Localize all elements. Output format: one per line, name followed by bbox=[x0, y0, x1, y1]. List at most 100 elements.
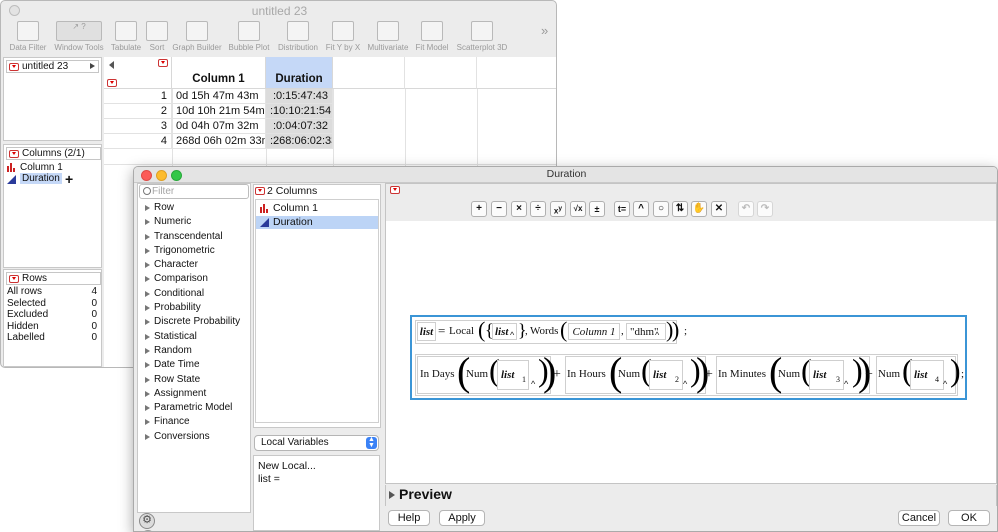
add-icon[interactable]: + bbox=[471, 201, 487, 217]
help-button[interactable]: Help bbox=[388, 510, 430, 526]
swap-icon[interactable]: ⇅ bbox=[672, 201, 688, 217]
variable-list[interactable]: list bbox=[417, 322, 436, 341]
subtract-icon[interactable]: − bbox=[491, 201, 507, 217]
in-minutes-function[interactable]: In Minutes bbox=[718, 368, 766, 380]
tabulate-button[interactable]: Tabulate bbox=[109, 21, 143, 55]
column-header-duration[interactable]: Duration bbox=[266, 57, 333, 89]
category-character[interactable]: Character bbox=[140, 258, 250, 272]
multivariate-button[interactable]: Multivariate bbox=[365, 21, 411, 55]
delimiter-string[interactable]: "dhm" bbox=[626, 323, 666, 340]
disclosure-right-icon[interactable] bbox=[389, 491, 395, 499]
caret-icon[interactable]: ^ bbox=[633, 201, 649, 217]
scatterplot-3d-button[interactable]: Scatterplot 3D bbox=[453, 21, 511, 55]
data-filter-button[interactable]: Data Filter bbox=[7, 21, 49, 55]
rows-header[interactable]: Rows bbox=[6, 272, 101, 285]
window-tools-button[interactable]: ↗ ? Window Tools bbox=[53, 21, 105, 55]
column-item-selected[interactable]: Duration bbox=[256, 216, 378, 229]
formula-menu-icon[interactable] bbox=[390, 186, 400, 194]
num-function[interactable]: Num bbox=[878, 368, 900, 380]
root-icon[interactable]: √x bbox=[570, 201, 586, 217]
subscript-index[interactable]: 4 bbox=[935, 375, 939, 384]
columns-menu-icon[interactable] bbox=[255, 187, 265, 195]
in-days-function[interactable]: In Days bbox=[420, 368, 455, 380]
formula-expression[interactable]: list = Local ( { list ^ } , Words ( Colu… bbox=[410, 315, 967, 400]
toolbar-overflow-button[interactable]: » bbox=[541, 23, 548, 38]
num-function[interactable]: Num bbox=[778, 368, 800, 380]
num-function[interactable]: Num bbox=[618, 368, 640, 380]
category-comparison[interactable]: Comparison bbox=[140, 272, 250, 286]
cell-duration[interactable]: :0:15:47:43 bbox=[266, 89, 333, 104]
settings-gear-button[interactable]: ⚙ bbox=[139, 513, 155, 529]
fit-model-button[interactable]: Fit Model bbox=[414, 21, 450, 55]
ok-button[interactable]: OK bbox=[948, 510, 990, 526]
assign-icon[interactable]: t= bbox=[614, 201, 630, 217]
graph-builder-button[interactable]: Graph Builder bbox=[171, 21, 223, 55]
cell-column-1[interactable]: 10d 10h 21m 54m bbox=[172, 104, 266, 119]
cell-column-1[interactable]: 268d 06h 02m 33m bbox=[172, 134, 266, 149]
caret-icon[interactable]: ^ bbox=[943, 379, 947, 389]
category-row[interactable]: Row bbox=[140, 201, 250, 215]
caret-icon[interactable]: ^ bbox=[531, 379, 535, 389]
caret-icon[interactable]: ^ bbox=[683, 379, 687, 389]
category-trigonometric[interactable]: Trigonometric bbox=[140, 244, 250, 258]
fit-y-by-x-button[interactable]: Fit Y by X bbox=[324, 21, 362, 55]
sort-button[interactable]: Sort bbox=[146, 21, 168, 55]
table-name-box[interactable]: untitled 23 bbox=[6, 60, 99, 73]
cell-duration[interactable]: :10:10:21:54 bbox=[266, 104, 333, 119]
cell-column-1[interactable]: 0d 04h 07m 32m bbox=[172, 119, 266, 134]
caret-icon[interactable]: ^ bbox=[510, 330, 514, 340]
peel-icon[interactable]: ○ bbox=[653, 201, 669, 217]
category-conversions[interactable]: Conversions bbox=[140, 430, 250, 444]
category-random[interactable]: Random bbox=[140, 344, 250, 358]
scroll-left-icon[interactable] bbox=[109, 61, 114, 69]
caret-icon[interactable]: ^ bbox=[655, 330, 659, 340]
row-number[interactable]: 1 bbox=[104, 89, 172, 104]
divide-icon[interactable]: ÷ bbox=[530, 201, 546, 217]
close-button[interactable] bbox=[9, 5, 20, 16]
redo-icon[interactable]: ↷ bbox=[757, 201, 773, 217]
power-icon[interactable]: xy bbox=[550, 201, 566, 217]
table-menu-icon[interactable] bbox=[9, 63, 19, 71]
category-date-time[interactable]: Date Time bbox=[140, 358, 250, 372]
drag-hand-icon[interactable]: ✋ bbox=[691, 201, 707, 217]
local-function[interactable]: Local bbox=[449, 325, 474, 337]
words-function[interactable]: Words bbox=[530, 325, 558, 337]
category-statistical[interactable]: Statistical bbox=[140, 330, 250, 344]
category-conditional[interactable]: Conditional bbox=[140, 287, 250, 301]
distribution-button[interactable]: Distribution bbox=[275, 21, 321, 55]
subscript-index[interactable]: 3 bbox=[836, 375, 840, 384]
column-header-column-1[interactable]: Column 1 bbox=[172, 57, 266, 89]
subscript-index[interactable]: 1 bbox=[522, 375, 526, 384]
preview-section[interactable]: Preview bbox=[385, 485, 997, 506]
num-function[interactable]: Num bbox=[466, 368, 488, 380]
rows-corner-menu-icon[interactable] bbox=[107, 79, 117, 87]
cell-duration[interactable]: :268:06:02:33 bbox=[266, 134, 333, 149]
filter-field[interactable]: Filter bbox=[139, 184, 249, 199]
category-probability[interactable]: Probability bbox=[140, 301, 250, 315]
category-finance[interactable]: Finance bbox=[140, 415, 250, 429]
columns-corner-menu-icon[interactable] bbox=[158, 59, 168, 67]
cancel-button[interactable]: Cancel bbox=[898, 510, 940, 526]
cell-column-1[interactable]: 0d 15h 47m 43m bbox=[172, 89, 266, 104]
undo-icon[interactable]: ↶ bbox=[738, 201, 754, 217]
local-variables-select[interactable]: Local Variables ▲ ▼ bbox=[254, 435, 379, 451]
formula-canvas[interactable]: list = Local ( { list ^ } , Words ( Colu… bbox=[386, 221, 996, 483]
category-parametric-model[interactable]: Parametric Model bbox=[140, 401, 250, 415]
category-discrete-probability[interactable]: Discrete Probability bbox=[140, 315, 250, 329]
caret-icon[interactable]: ^ bbox=[844, 379, 848, 389]
multiply-icon[interactable]: × bbox=[511, 201, 527, 217]
row-number[interactable]: 4 bbox=[104, 134, 172, 149]
row-number[interactable]: 2 bbox=[104, 104, 172, 119]
subscript-index[interactable]: 2 bbox=[675, 375, 679, 384]
rows-menu-icon[interactable] bbox=[9, 275, 19, 283]
row-number[interactable]: 3 bbox=[104, 119, 172, 134]
apply-button[interactable]: Apply bbox=[439, 510, 485, 526]
category-transcendental[interactable]: Transcendental bbox=[140, 230, 250, 244]
bubble-plot-button[interactable]: Bubble Plot bbox=[227, 21, 271, 55]
columns-menu-icon[interactable] bbox=[9, 150, 19, 158]
disclosure-right-icon[interactable] bbox=[90, 63, 95, 69]
new-local-item[interactable]: New Local... bbox=[258, 460, 316, 472]
category-row-state[interactable]: Row State bbox=[140, 373, 250, 387]
local-variable-list[interactable]: list = bbox=[258, 473, 280, 485]
columns-header[interactable]: Columns (2/1) bbox=[6, 147, 101, 160]
